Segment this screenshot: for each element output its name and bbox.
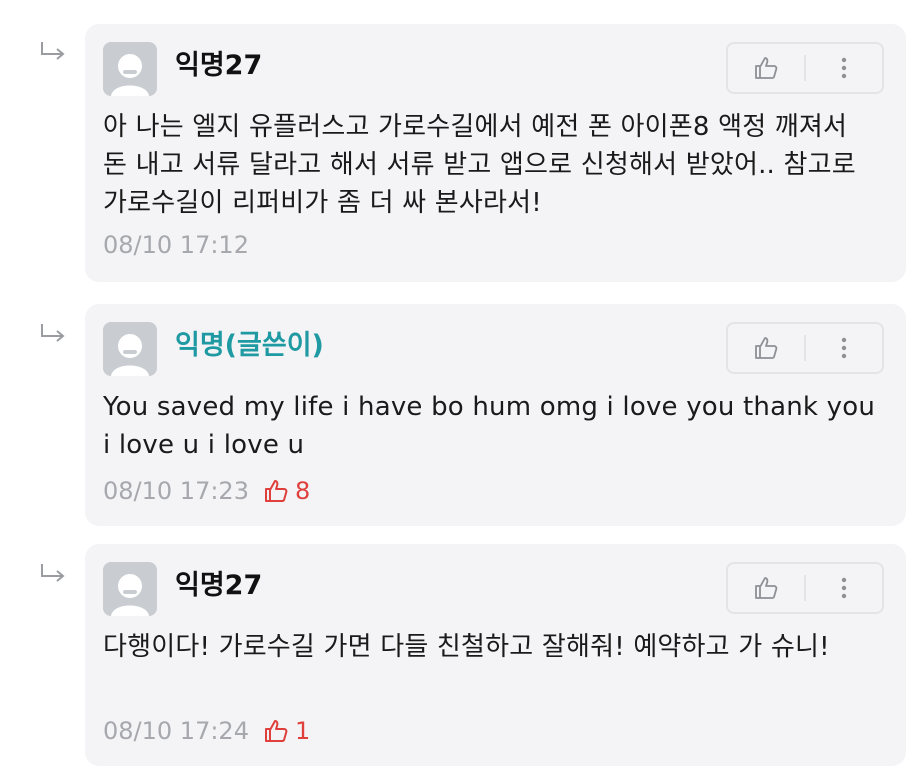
thumbs-up-icon — [264, 720, 288, 742]
comment-timestamp: 08/10 17:23 — [103, 477, 249, 505]
comment-actions — [726, 562, 884, 614]
comment-body: 아 나는 엘지 유플러스고 가로수길에서 예전 폰 아이폰8 액정 깨져서 돈 … — [103, 112, 856, 218]
comment-timestamp: 08/10 17:12 — [103, 231, 249, 259]
more-button[interactable] — [806, 564, 882, 612]
like-count-value: 1 — [294, 717, 311, 745]
avatar[interactable] — [103, 42, 157, 96]
avatar[interactable] — [103, 322, 157, 376]
more-button[interactable] — [806, 44, 882, 92]
thumbs-up-icon — [755, 57, 778, 79]
comment-author[interactable]: 익명27 — [175, 48, 262, 84]
comment-meta: 08/10 17:12 — [103, 228, 249, 262]
default-avatar-icon — [111, 574, 149, 616]
default-avatar-icon — [111, 54, 149, 96]
reply-arrow-icon — [38, 40, 68, 64]
like-button[interactable] — [728, 564, 804, 612]
more-vertical-icon — [841, 577, 847, 599]
comment-card: 익명27 아 나는 엘지 유플러스고 가로수길에서 예전 폰 아이폰8 액정 깨… — [85, 24, 906, 282]
reply-arrow-icon — [38, 322, 68, 346]
thumbs-up-icon — [755, 337, 778, 359]
comment-meta: 08/10 17:23 8 — [103, 474, 310, 508]
comment-thread: 익명27 아 나는 엘지 유플러스고 가로수길에서 예전 폰 아이폰8 액정 깨… — [0, 0, 921, 779]
like-button[interactable] — [728, 324, 804, 372]
comment-body: 다행이다! 가로수길 가면 다들 친철하고 잘해줘! 예약하고 가 슈니! — [103, 632, 830, 662]
avatar[interactable] — [103, 562, 157, 616]
default-avatar-icon — [111, 334, 149, 376]
comment-card: 익명(글쓴이) You saved my life i have bo hum … — [85, 304, 906, 526]
comment-actions — [726, 42, 884, 94]
like-button[interactable] — [728, 44, 804, 92]
reply-arrow-icon — [38, 562, 68, 586]
comment-actions — [726, 322, 884, 374]
more-vertical-icon — [841, 337, 847, 359]
comment-timestamp: 08/10 17:24 — [103, 717, 249, 745]
comment-card: 익명27 다행이다! 가로수길 가면 다들 친철하고 잘해줘! 예약하고 가 슈… — [85, 544, 906, 766]
like-count-value: 8 — [294, 477, 311, 505]
more-button[interactable] — [806, 324, 882, 372]
thumbs-up-icon — [755, 577, 778, 599]
comment-meta: 08/10 17:24 1 — [103, 714, 310, 748]
more-vertical-icon — [841, 57, 847, 79]
comment-author[interactable]: 익명27 — [175, 568, 262, 604]
thumbs-up-icon — [264, 480, 288, 502]
like-count: 1 — [263, 717, 310, 745]
comment-author-op[interactable]: 익명(글쓴이) — [175, 328, 324, 364]
comment-body: You saved my life i have bo hum omg i lo… — [103, 392, 876, 460]
like-count: 8 — [263, 477, 310, 505]
